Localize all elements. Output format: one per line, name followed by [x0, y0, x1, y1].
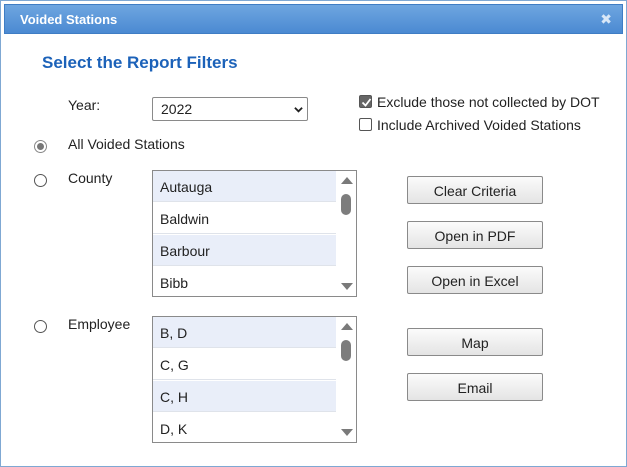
dialog-title: Voided Stations — [20, 12, 118, 27]
scrollbar-thumb[interactable] — [341, 194, 351, 215]
list-item[interactable]: C, H — [153, 381, 336, 412]
employee-label[interactable]: Employee — [68, 316, 130, 332]
year-select[interactable]: 2022 — [152, 97, 308, 121]
scroll-up-arrow-icon[interactable] — [341, 323, 353, 330]
list-item[interactable]: D, K — [153, 413, 336, 442]
close-icon[interactable]: ✖ — [600, 11, 612, 28]
employee-listbox[interactable]: B, D C, G C, H D, K — [152, 316, 357, 443]
list-item[interactable]: Bibb — [153, 267, 336, 296]
voided-stations-dialog: Voided Stations ✖ Select the Report Filt… — [0, 0, 627, 467]
year-label: Year: — [68, 97, 101, 113]
include-archived-label[interactable]: Include Archived Voided Stations — [377, 117, 581, 133]
include-archived-checkbox[interactable] — [359, 118, 372, 131]
scroll-down-arrow-icon[interactable] — [341, 283, 353, 290]
scroll-up-arrow-icon[interactable] — [341, 177, 353, 184]
page-title: Select the Report Filters — [42, 53, 238, 72]
list-item[interactable]: Barbour — [153, 235, 336, 266]
list-item[interactable]: B, D — [153, 317, 336, 348]
scroll-down-arrow-icon[interactable] — [341, 429, 353, 436]
year-select-value: 2022 — [161, 101, 193, 117]
chevron-down-icon — [294, 107, 303, 113]
open-in-excel-button[interactable]: Open in Excel — [407, 266, 543, 294]
checkmark-icon — [361, 98, 372, 107]
all-voided-stations-label[interactable]: All Voided Stations — [68, 136, 185, 152]
map-button[interactable]: Map — [407, 328, 543, 356]
county-listbox[interactable]: Autauga Baldwin Barbour Bibb — [152, 170, 357, 297]
title-bar[interactable]: Voided Stations ✖ — [4, 4, 623, 34]
list-item[interactable]: Baldwin — [153, 203, 336, 234]
list-item[interactable]: C, G — [153, 349, 336, 380]
list-item[interactable]: Autauga — [153, 171, 336, 202]
scrollbar-thumb[interactable] — [341, 340, 351, 361]
clear-criteria-button[interactable]: Clear Criteria — [407, 176, 543, 204]
exclude-not-collected-label[interactable]: Exclude those not collected by DOT — [377, 94, 600, 110]
employee-scrollbar[interactable] — [336, 317, 356, 442]
county-scrollbar[interactable] — [336, 171, 356, 296]
employee-radio[interactable] — [34, 320, 47, 333]
email-button[interactable]: Email — [407, 373, 543, 401]
county-radio[interactable] — [34, 174, 47, 187]
county-label[interactable]: County — [68, 170, 112, 186]
open-in-pdf-button[interactable]: Open in PDF — [407, 221, 543, 249]
exclude-not-collected-checkbox[interactable] — [359, 95, 372, 108]
all-voided-stations-radio[interactable] — [34, 140, 47, 153]
